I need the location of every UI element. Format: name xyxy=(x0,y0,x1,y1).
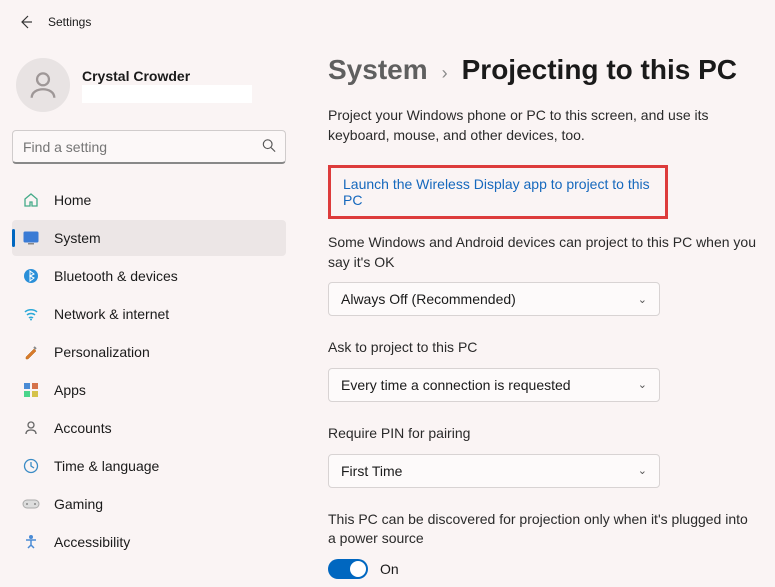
sidebar-item-time[interactable]: Time & language xyxy=(12,448,286,484)
sidebar-item-label: Personalization xyxy=(54,344,150,360)
sidebar-item-bluetooth[interactable]: Bluetooth & devices xyxy=(12,258,286,294)
page-description: Project your Windows phone or PC to this… xyxy=(328,106,757,145)
sidebar-item-apps[interactable]: Apps xyxy=(12,372,286,408)
plugged-label: This PC can be discovered for projection… xyxy=(328,510,757,549)
main-content: System › Projecting to this PC Project y… xyxy=(298,44,775,587)
dropdown-value: Every time a connection is requested xyxy=(341,377,571,393)
clock-icon xyxy=(22,457,40,475)
permission-dropdown[interactable]: Always Off (Recommended) ⌄ xyxy=(328,282,660,316)
nav-list: Home System Bluetooth & devices Network … xyxy=(12,182,286,560)
back-button[interactable] xyxy=(8,4,44,40)
sidebar-item-system[interactable]: System xyxy=(12,220,286,256)
plugged-toggle[interactable] xyxy=(328,559,368,579)
sidebar: Crystal Crowder Home System Bluetooth xyxy=(0,44,298,587)
sidebar-item-label: Apps xyxy=(54,382,86,398)
sidebar-item-accounts[interactable]: Accounts xyxy=(12,410,286,446)
chevron-right-icon: › xyxy=(442,63,448,84)
apps-icon xyxy=(22,381,40,399)
sidebar-item-label: System xyxy=(54,230,101,246)
bluetooth-icon xyxy=(22,267,40,285)
user-name: Crystal Crowder xyxy=(82,68,252,84)
ask-label: Ask to project to this PC xyxy=(328,338,757,358)
sidebar-item-label: Accessibility xyxy=(54,534,130,550)
person-icon xyxy=(26,68,60,102)
back-arrow-icon xyxy=(18,14,34,30)
system-icon xyxy=(22,229,40,247)
breadcrumb: System › Projecting to this PC xyxy=(328,54,757,86)
search-container xyxy=(12,130,286,164)
sidebar-item-label: Time & language xyxy=(54,458,159,474)
dropdown-value: Always Off (Recommended) xyxy=(341,291,516,307)
sidebar-item-home[interactable]: Home xyxy=(12,182,286,218)
chevron-down-icon: ⌄ xyxy=(638,293,647,306)
chevron-down-icon: ⌄ xyxy=(638,464,647,477)
gaming-icon xyxy=(22,495,40,513)
home-icon xyxy=(22,191,40,209)
sidebar-item-gaming[interactable]: Gaming xyxy=(12,486,286,522)
user-email-placeholder xyxy=(82,85,252,103)
search-icon xyxy=(262,139,276,156)
accessibility-icon xyxy=(22,533,40,551)
sidebar-item-personalization[interactable]: Personalization xyxy=(12,334,286,370)
sidebar-item-accessibility[interactable]: Accessibility xyxy=(12,524,286,560)
sidebar-item-label: Accounts xyxy=(54,420,112,436)
search-input[interactable] xyxy=(12,130,286,164)
toggle-state: On xyxy=(380,561,399,577)
wifi-icon xyxy=(22,305,40,323)
pin-label: Require PIN for pairing xyxy=(328,424,757,444)
pin-dropdown[interactable]: First Time ⌄ xyxy=(328,454,660,488)
sidebar-item-network[interactable]: Network & internet xyxy=(12,296,286,332)
launch-wireless-display-link[interactable]: Launch the Wireless Display app to proje… xyxy=(343,176,650,208)
sidebar-item-label: Gaming xyxy=(54,496,103,512)
sidebar-item-label: Network & internet xyxy=(54,306,169,322)
ask-dropdown[interactable]: Every time a connection is requested ⌄ xyxy=(328,368,660,402)
personalization-icon xyxy=(22,343,40,361)
sidebar-item-label: Home xyxy=(54,192,91,208)
chevron-down-icon: ⌄ xyxy=(638,378,647,391)
sidebar-item-label: Bluetooth & devices xyxy=(54,268,178,284)
permission-label: Some Windows and Android devices can pro… xyxy=(328,233,757,272)
accounts-icon xyxy=(22,419,40,437)
window-title: Settings xyxy=(48,15,91,29)
page-title: Projecting to this PC xyxy=(462,54,737,86)
breadcrumb-parent[interactable]: System xyxy=(328,54,428,86)
avatar xyxy=(16,58,70,112)
launch-link-highlight: Launch the Wireless Display app to proje… xyxy=(328,165,668,219)
dropdown-value: First Time xyxy=(341,463,402,479)
user-block[interactable]: Crystal Crowder xyxy=(12,52,286,126)
